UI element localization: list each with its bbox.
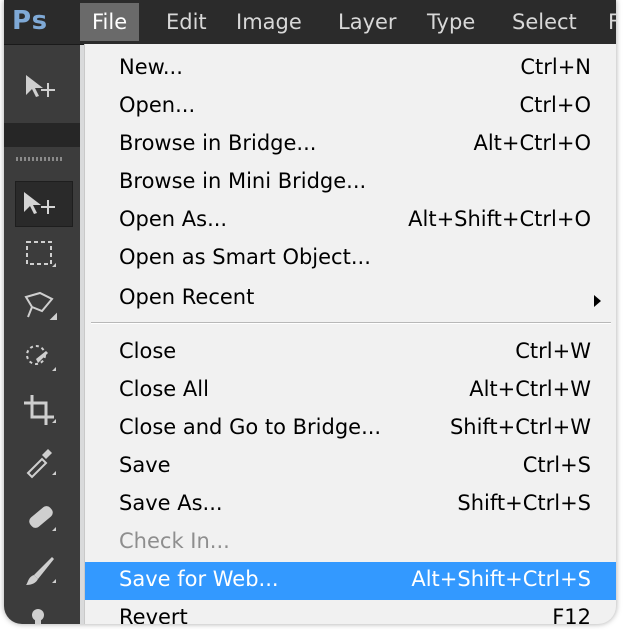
menu-item-revert[interactable]: Revert F12	[85, 600, 616, 624]
panel-header-strip	[4, 123, 80, 147]
menu-item-label: Save for Web...	[119, 567, 279, 591]
menu-bar: Ps File Edit Image Layer Type Select F	[4, 0, 616, 45]
menu-item-new[interactable]: New... Ctrl+N	[85, 50, 616, 88]
tool-clone-stamp[interactable]	[18, 601, 62, 624]
menu-item-open[interactable]: Open... Ctrl+O	[85, 88, 616, 126]
menu-item-label: Save As...	[119, 491, 223, 515]
screenshot-frame: Ps File Edit Image Layer Type Select F N…	[4, 0, 616, 624]
tool-eyedropper[interactable]	[18, 441, 62, 485]
quick-selection-icon	[26, 345, 56, 371]
submenu-arrow-icon	[594, 295, 601, 307]
menu-edit[interactable]: Edit	[166, 10, 207, 34]
menu-item-shortcut: Alt+Shift+Ctrl+S	[411, 567, 591, 591]
menu-item-shortcut: Shift+Ctrl+S	[457, 491, 591, 515]
file-menu-dropdown: New... Ctrl+N Open... Ctrl+O Browse in B…	[84, 44, 616, 624]
move-tool-options[interactable]	[18, 65, 62, 109]
healing-brush-icon	[29, 506, 56, 531]
tool-marquee[interactable]	[18, 233, 62, 277]
menu-item-close[interactable]: Close Ctrl+W	[85, 334, 616, 372]
menu-item-shortcut: Ctrl+O	[519, 93, 592, 117]
menu-item-shortcut: Alt+Ctrl+O	[473, 131, 591, 155]
photoshop-logo: Ps	[12, 6, 49, 36]
move-tool-icon	[24, 192, 55, 214]
menu-select[interactable]: Select	[512, 10, 577, 34]
menu-type[interactable]: Type	[427, 10, 475, 34]
menu-item-save-for-web[interactable]: Save for Web... Alt+Shift+Ctrl+S	[85, 562, 616, 600]
menu-item-save[interactable]: Save Ctrl+S	[85, 448, 616, 486]
menu-item-shortcut: F12	[552, 605, 591, 624]
panel-grip[interactable]	[16, 157, 62, 161]
tool-crop[interactable]	[18, 389, 62, 433]
menu-filter[interactable]: F	[608, 10, 616, 34]
menu-layer[interactable]: Layer	[338, 10, 397, 34]
menu-item-label: New...	[119, 55, 183, 79]
brush-icon	[26, 557, 56, 585]
menu-separator	[91, 322, 611, 324]
eyedropper-icon	[26, 449, 56, 479]
menu-item-open-as-smart-object[interactable]: Open as Smart Object...	[85, 240, 616, 278]
menu-item-save-as[interactable]: Save As... Shift+Ctrl+S	[85, 486, 616, 524]
menu-item-label: Revert	[119, 605, 188, 624]
rectangular-marquee-icon	[26, 241, 56, 267]
tool-healing-brush[interactable]	[18, 497, 62, 541]
menu-file[interactable]: File	[80, 3, 140, 41]
menu-item-check-in: Check In...	[85, 524, 616, 562]
tool-move[interactable]	[15, 181, 73, 227]
menu-item-shortcut: Ctrl+W	[515, 339, 591, 363]
tool-quick-selection[interactable]	[18, 337, 62, 381]
tools-panel	[4, 45, 80, 624]
lasso-icon	[24, 291, 57, 320]
menu-item-close-all[interactable]: Close All Alt+Ctrl+W	[85, 372, 616, 410]
menu-item-shortcut: Alt+Ctrl+W	[469, 377, 591, 401]
crop-icon	[24, 395, 56, 425]
menu-item-label: Open...	[119, 93, 196, 117]
menu-item-label: Browse in Bridge...	[119, 131, 317, 155]
menu-item-shortcut: Ctrl+N	[520, 55, 591, 79]
menu-item-label: Open as Smart Object...	[119, 245, 371, 269]
menu-image[interactable]: Image	[236, 10, 302, 34]
menu-item-label: Save	[119, 453, 171, 477]
menu-item-open-as[interactable]: Open As... Alt+Shift+Ctrl+O	[85, 202, 616, 240]
menu-item-label: Open Recent	[119, 285, 255, 309]
menu-item-open-recent[interactable]: Open Recent	[85, 280, 616, 318]
menu-item-shortcut: Alt+Shift+Ctrl+O	[408, 207, 591, 231]
tool-lasso[interactable]	[18, 285, 62, 329]
clone-stamp-icon	[32, 609, 44, 624]
menu-item-close-and-go-to-bridge[interactable]: Close and Go to Bridge... Shift+Ctrl+W	[85, 410, 616, 448]
menu-item-label: Close	[119, 339, 177, 363]
menu-item-label: Check In...	[119, 529, 230, 553]
menu-item-label: Close and Go to Bridge...	[119, 415, 382, 439]
menu-item-browse-in-bridge[interactable]: Browse in Bridge... Alt+Ctrl+O	[85, 126, 616, 164]
menu-item-shortcut: Shift+Ctrl+W	[449, 415, 591, 439]
menu-item-browse-in-mini-bridge[interactable]: Browse in Mini Bridge...	[85, 164, 616, 202]
tool-brush[interactable]	[18, 549, 62, 593]
menu-item-label: Browse in Mini Bridge...	[119, 169, 367, 193]
menu-item-shortcut: Ctrl+S	[522, 453, 591, 477]
menu-item-label: Open As...	[119, 207, 228, 231]
move-tool-icon	[26, 75, 55, 97]
menu-item-label: Close All	[119, 377, 209, 401]
